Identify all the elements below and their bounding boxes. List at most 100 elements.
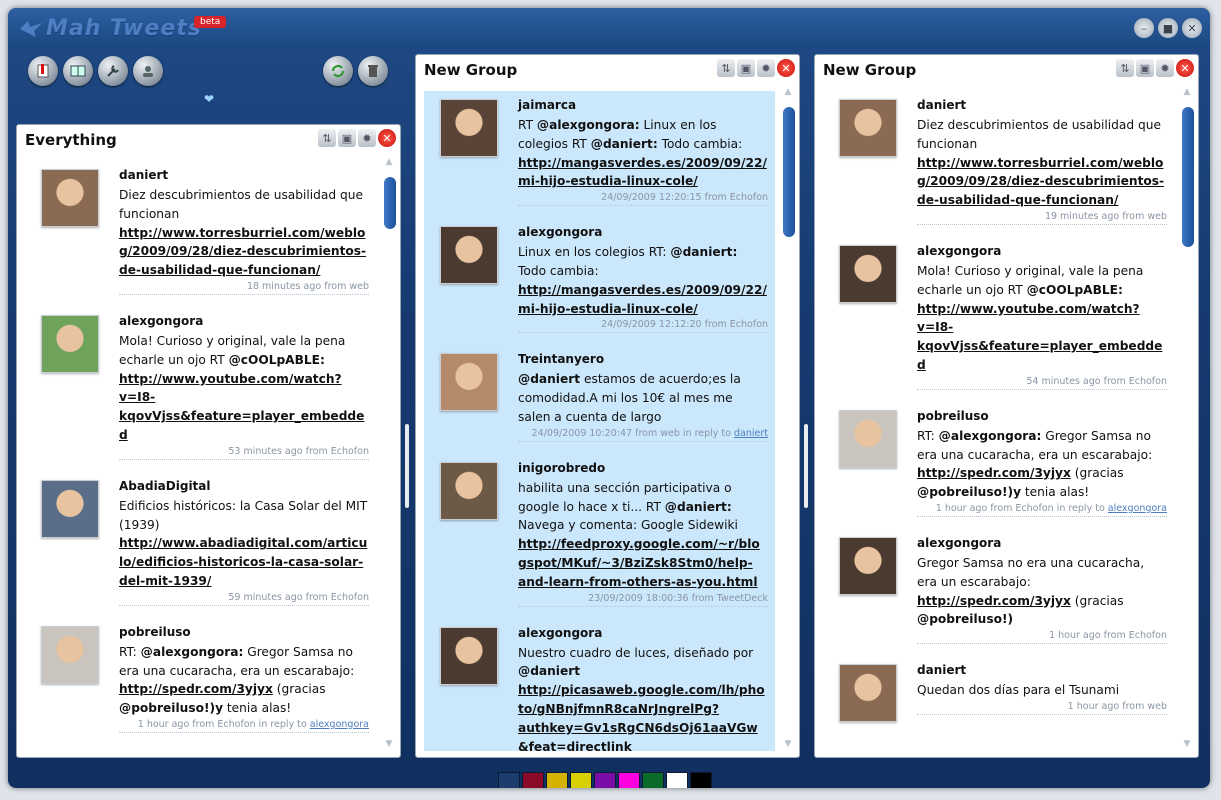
move-column-icon[interactable]: ⇅ — [318, 129, 336, 147]
tweet-author[interactable]: Treintanyero — [518, 352, 775, 366]
avatar[interactable] — [839, 99, 897, 157]
account-button[interactable] — [133, 56, 163, 86]
scroll-up-icon[interactable]: ▲ — [781, 87, 795, 97]
tweet-author[interactable]: alexgongora — [518, 626, 775, 640]
tweet-item[interactable]: daniert Diez descubrimientos de usabilida… — [25, 161, 376, 297]
move-column-icon[interactable]: ⇅ — [1116, 59, 1134, 77]
tweet-author[interactable]: daniert — [917, 98, 1174, 112]
scroll-down-icon[interactable]: ▼ — [1180, 739, 1194, 749]
tweet-author[interactable]: inigorobredo — [518, 461, 775, 475]
avatar[interactable] — [41, 625, 99, 684]
scroll-down-icon[interactable]: ▼ — [382, 739, 396, 749]
scroll-thumb[interactable] — [384, 177, 396, 229]
color-swatch[interactable] — [522, 772, 544, 788]
tweet-link[interactable]: http://spedr.com/3yjyx — [119, 682, 273, 696]
tweet-author[interactable]: alexgongora — [917, 244, 1174, 258]
avatar[interactable] — [440, 226, 498, 285]
avatar[interactable] — [839, 409, 897, 468]
tweet-link[interactable]: http://spedr.com/3yjyx — [917, 594, 1071, 608]
tweet-item[interactable]: alexgongora — [25, 745, 376, 751]
avatar[interactable] — [440, 461, 498, 520]
color-swatch[interactable] — [666, 772, 688, 788]
tweet-author[interactable]: AbadiaDigital — [119, 479, 376, 493]
minimize-button[interactable]: – — [1134, 18, 1154, 38]
refresh-button[interactable] — [323, 56, 353, 86]
tweet-item[interactable]: alexgongora Mola! Curioso y original, val… — [25, 307, 376, 462]
tweet-item[interactable]: AbadiaDigital Edificios históricos: la Ca… — [25, 472, 376, 608]
move-column-icon[interactable]: ⇅ — [717, 59, 735, 77]
tweet-author[interactable]: alexgongora — [119, 314, 376, 328]
tweet-item[interactable]: pobreiluso RT: @alexgongora: Gregor Samsa… — [823, 402, 1174, 519]
lock-icon[interactable]: ▣ — [737, 59, 755, 77]
tweet-item[interactable]: daniert Quedan dos días para el Tsunami 1 … — [823, 656, 1174, 742]
lock-icon[interactable]: ▣ — [1136, 59, 1154, 77]
gear-icon[interactable]: ✹ — [358, 129, 376, 147]
avatar[interactable] — [41, 479, 99, 538]
scroll-thumb[interactable] — [1182, 107, 1194, 247]
tweet-item[interactable]: pobreiluso RT: @alexgongora: Gregor Samsa… — [25, 618, 376, 735]
avatar[interactable] — [839, 244, 897, 303]
reply-link[interactable]: daniert — [734, 428, 768, 439]
tweet-link[interactable]: http://www.abadiadigital.com/articulo/ed… — [119, 536, 367, 588]
avatar[interactable] — [440, 353, 498, 412]
scroll-up-icon[interactable]: ▲ — [382, 157, 396, 167]
tweet-link[interactable]: http://mangasverdes.es/2009/09/22/mi-hij… — [518, 283, 767, 316]
color-swatch[interactable] — [618, 772, 640, 788]
tweet-item[interactable]: alexgongora Linux en los colegios RT: @da… — [424, 218, 775, 335]
tweet-item[interactable]: alexgongora Mola! Curioso y original, val… — [823, 237, 1174, 392]
tweet-author[interactable]: pobreiluso — [917, 409, 1174, 423]
tweet-link[interactable]: http://www.torresburriel.com/weblog/2009… — [917, 156, 1164, 208]
avatar[interactable] — [839, 664, 897, 723]
scrollbar[interactable]: ▲ ▼ — [1180, 87, 1194, 749]
tweet-link[interactable]: http://feedproxy.google.com/~r/blogspot/… — [518, 537, 760, 589]
avatar[interactable] — [440, 99, 498, 157]
scrollbar[interactable]: ▲ ▼ — [781, 87, 795, 749]
tweet-link[interactable]: http://spedr.com/3yjyx — [917, 466, 1071, 480]
columns-button[interactable] — [63, 56, 93, 86]
tweet-item[interactable]: Treintanyero @daniert estamos de acuerdo;… — [424, 345, 775, 443]
color-swatch[interactable] — [546, 772, 568, 788]
tweet-author[interactable]: alexgongora — [917, 536, 1174, 550]
tweet-author[interactable]: pobreiluso — [119, 625, 376, 639]
maximize-button[interactable]: ■ — [1158, 18, 1178, 38]
avatar[interactable] — [41, 169, 99, 227]
tweet-item[interactable]: alexgongora Nuestro cuadro de luces, dise… — [424, 619, 775, 751]
scroll-up-icon[interactable]: ▲ — [1180, 87, 1194, 97]
scrollbar[interactable]: ▲ ▼ — [382, 157, 396, 749]
close-button[interactable]: ✕ — [1182, 18, 1202, 38]
column-splitter[interactable] — [804, 424, 808, 508]
tweet-author[interactable]: daniert — [917, 663, 1174, 677]
tweet-link[interactable]: http://www.youtube.com/watch?v=I8-kqovVj… — [917, 302, 1162, 372]
reply-link[interactable]: alexgongora — [1108, 503, 1167, 514]
tweet-item[interactable]: daniert Diez descubrimientos de usabilida… — [823, 91, 1174, 227]
avatar[interactable] — [440, 626, 498, 685]
gear-icon[interactable]: ✹ — [1156, 59, 1174, 77]
tweet-item[interactable]: inigorobredo habilita una sección partici… — [424, 454, 775, 609]
avatar[interactable] — [839, 536, 897, 595]
new-tweet-button[interactable] — [28, 56, 58, 86]
close-column-icon[interactable]: ✕ — [1176, 59, 1194, 77]
gear-icon[interactable]: ✹ — [757, 59, 775, 77]
tweet-item[interactable]: alexgongora Gregor Samsa no era una cucar… — [823, 529, 1174, 646]
close-column-icon[interactable]: ✕ — [777, 59, 795, 77]
tweet-item[interactable]: jaimarca RT @alexgongora: Linux en los co… — [424, 91, 775, 208]
trash-button[interactable] — [358, 56, 388, 86]
scroll-down-icon[interactable]: ▼ — [781, 739, 795, 749]
tweet-author[interactable]: daniert — [119, 168, 376, 182]
close-column-icon[interactable]: ✕ — [378, 129, 396, 147]
tweet-link[interactable]: http://mangasverdes.es/2009/09/22/mi-hij… — [518, 156, 767, 189]
reply-link[interactable]: alexgongora — [310, 719, 369, 730]
color-swatch[interactable] — [570, 772, 592, 788]
color-swatch[interactable] — [498, 772, 520, 788]
tweet-link[interactable]: http://www.torresburriel.com/weblog/2009… — [119, 226, 366, 278]
tweet-author[interactable]: jaimarca — [518, 98, 775, 112]
tweet-link[interactable]: http://www.youtube.com/watch?v=I8-kqovVj… — [119, 372, 364, 442]
scroll-thumb[interactable] — [783, 107, 795, 237]
settings-button[interactable] — [98, 56, 128, 86]
avatar[interactable] — [41, 314, 99, 373]
lock-icon[interactable]: ▣ — [338, 129, 356, 147]
column-splitter[interactable] — [405, 424, 409, 508]
tweet-author[interactable]: alexgongora — [518, 225, 775, 239]
color-swatch[interactable] — [642, 772, 664, 788]
color-swatch[interactable] — [690, 772, 712, 788]
